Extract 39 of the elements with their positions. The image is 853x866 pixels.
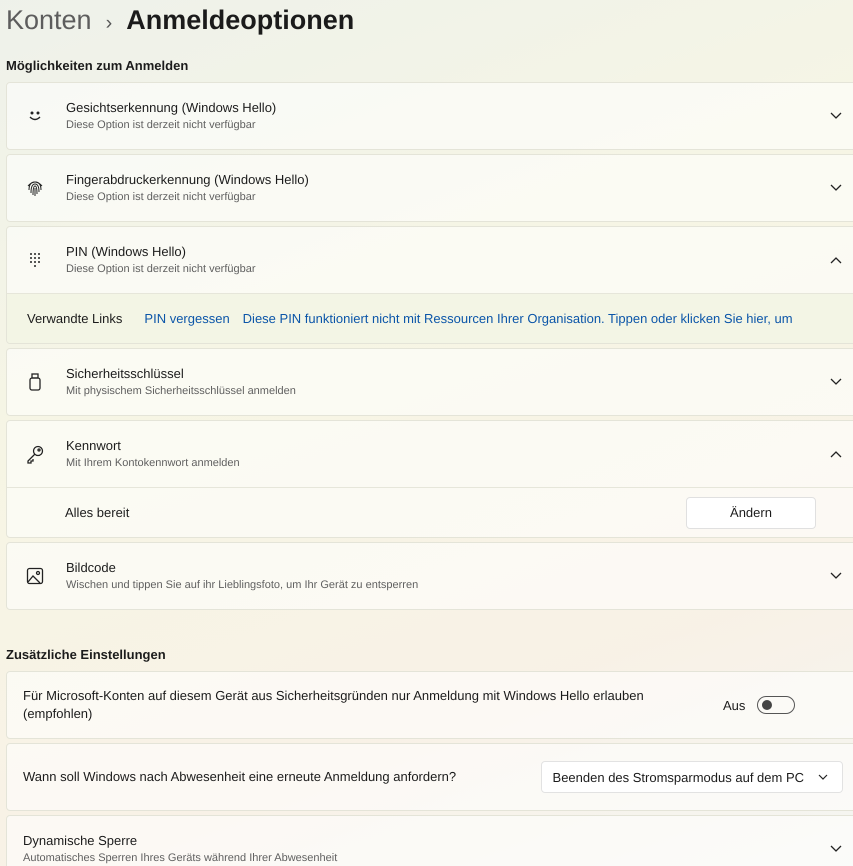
option-title: Gesichtserkennung (Windows Hello) <box>66 99 278 117</box>
chevron-down-icon <box>818 774 828 780</box>
section-heading: Möglichkeiten zum Anmelden <box>6 58 190 73</box>
breadcrumb-separator: › <box>106 12 112 35</box>
expander-header[interactable]: Kennwort Mit Ihrem Kontokennwort anmelden <box>7 421 853 487</box>
setting-label: Für Microsoft-Konten auf diesem Gerät aus Sicherheitsgründen nur Anmeldung mit Windows Hello erlauben (empfohlen) <box>23 687 645 723</box>
option-description: Mit physischem Sicherheitsschlüssel anmelden <box>66 384 297 399</box>
section-heading: Zusätzliche Einstellungen <box>6 647 167 662</box>
option-description: Diese Option ist derzeit nicht verfügbar <box>66 262 257 277</box>
option-description: Diese Option ist derzeit nicht verfügbar <box>66 190 257 205</box>
option-description: Mit Ihrem Kontokennwort anmelden <box>66 456 241 471</box>
toggle-state-label: Aus <box>723 698 746 712</box>
expander-header[interactable]: PIN (Windows Hello) Diese Option ist derzeit nicht verfügbar <box>7 227 853 293</box>
option-description: Diese Option ist derzeit nicht verfügbar <box>66 118 257 133</box>
picture-icon <box>25 566 45 586</box>
option-title: Fingerabdruckerkennung (Windows Hello) <box>66 171 310 189</box>
expander-header[interactable]: Fingerabdruckerkennung (Windows Hello) Diese Option ist derzeit nicht verfügbar <box>7 155 853 221</box>
key-icon <box>25 444 45 464</box>
option-title: Dynamische Sperre <box>23 832 138 850</box>
dropdown[interactable]: Beenden des Stromsparmodus auf dem PC <box>540 761 843 793</box>
page-title: Anmeldeoptionen <box>126 4 354 37</box>
option-title: PIN (Windows Hello) <box>66 243 187 261</box>
expander-header[interactable]: Dynamische Sperre Automatisches Sperren Ihres Geräts während Ihrer Abwesenheit <box>7 816 853 866</box>
related-links-label: Verwandte Links <box>27 311 122 326</box>
change-button[interactable]: Ändern <box>686 496 816 528</box>
status-text: Alles bereit <box>65 505 130 520</box>
option-title: Kennwort <box>66 437 122 455</box>
toggle-switch[interactable] <box>757 696 796 714</box>
link[interactable]: PIN vergessen <box>144 311 230 326</box>
option-description: Wischen und tippen Sie auf ihr Lieblingsfoto, um Ihr Gerät zu entsperren <box>66 578 420 593</box>
option-title: Sicherheitsschlüssel <box>66 365 185 383</box>
option-description: Automatisches Sperren Ihres Geräts während Ihrer Abwesenheit <box>23 851 338 866</box>
link[interactable]: Diese PIN funktioniert nicht mit Ressourcen Ihrer Organisation. Tippen oder klicken Sie hier, um <box>242 311 793 326</box>
expander-header[interactable]: Sicherheitsschlüssel Mit physischem Sicherheitsschlüssel anmelden <box>7 349 853 415</box>
option-title: Bildcode <box>66 559 117 577</box>
breadcrumb-link[interactable]: Konten <box>6 0 92 40</box>
expander-header[interactable]: Bildcode Wischen und tippen Sie auf ihr Lieblingsfoto, um Ihr Gerät zu entsperren <box>7 543 853 609</box>
setting-label: Wann soll Windows nach Abwesenheit eine erneute Anmeldung anfordern? <box>23 768 458 786</box>
expander-header[interactable]: Gesichtserkennung (Windows Hello) Diese Option ist derzeit nicht verfügbar <box>7 83 853 149</box>
